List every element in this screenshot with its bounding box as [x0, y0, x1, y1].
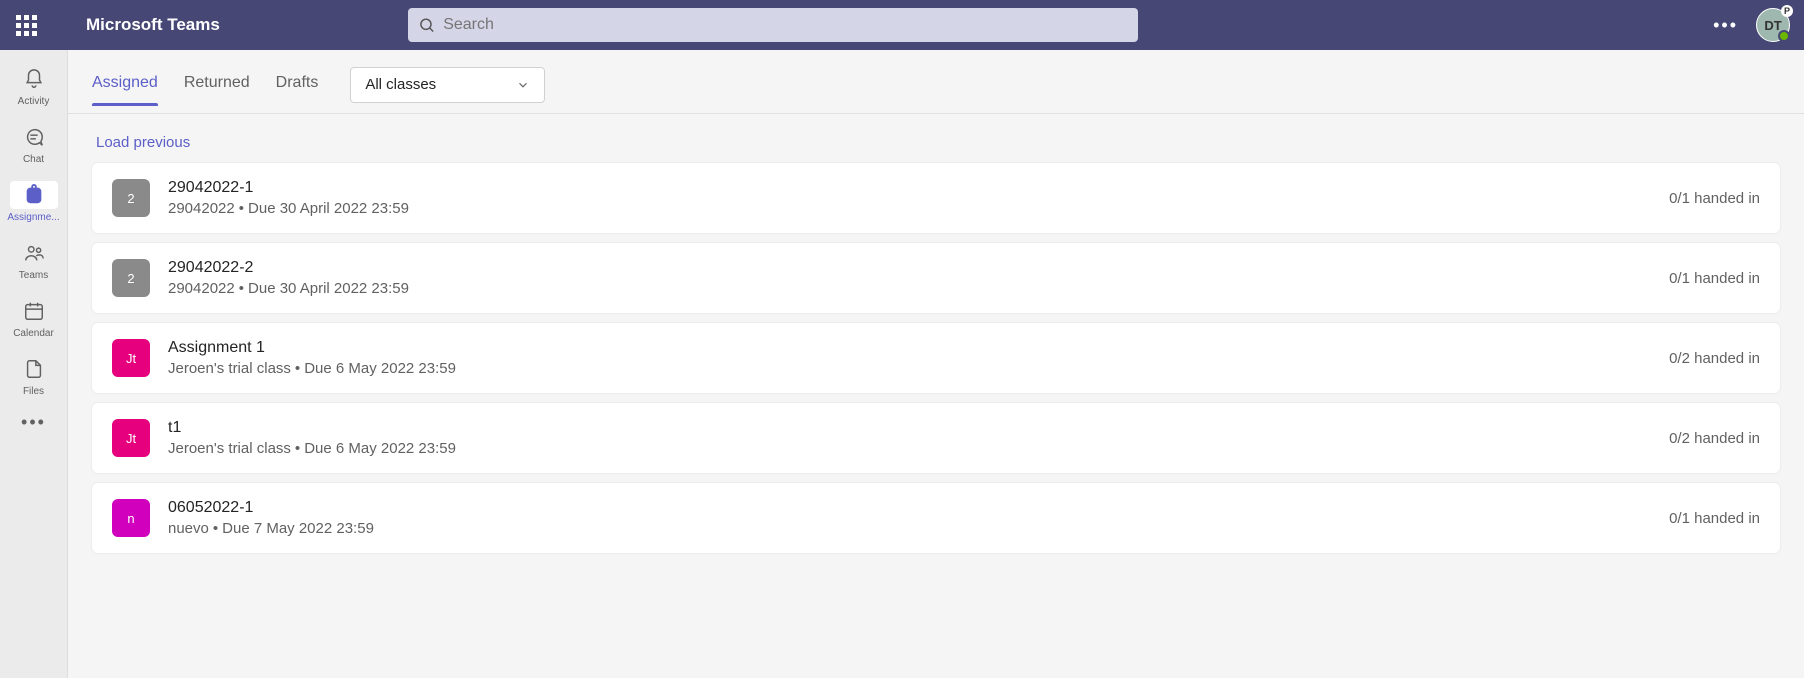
- assignment-card[interactable]: Jt Assignment 1 Jeroen's trial class•Due 6…: [92, 323, 1780, 393]
- class-thumbnail: 2: [112, 259, 150, 297]
- search-input[interactable]: [443, 16, 1128, 34]
- assignment-subtitle: Jeroen's trial class•Due 6 May 2022 23:5…: [168, 440, 1651, 457]
- class-filter-dropdown[interactable]: All classes: [350, 67, 545, 103]
- search-box[interactable]: [408, 8, 1138, 42]
- bell-icon: [10, 65, 58, 93]
- class-thumbnail: 2: [112, 179, 150, 217]
- presence-indicator: [1778, 30, 1790, 42]
- teams-icon: [10, 239, 58, 267]
- assignment-title: 29042022-2: [168, 259, 1651, 277]
- rail-label: Chat: [23, 154, 44, 165]
- avatar-initials: DT: [1764, 18, 1781, 33]
- assignment-title: 06052022-1: [168, 499, 1651, 517]
- main: Assigned Returned Drafts All classes Loa…: [68, 50, 1804, 678]
- assignment-body: 29042022-2 29042022•Due 30 April 2022 23:…: [168, 259, 1651, 297]
- content: Activity Chat Assignme... Teams Calendar: [0, 50, 1804, 678]
- chevron-down-icon: [516, 78, 530, 92]
- class-thumbnail: Jt: [112, 339, 150, 377]
- rail-more-icon[interactable]: •••: [21, 412, 46, 433]
- rail-label: Activity: [18, 96, 50, 107]
- app-launcher-icon[interactable]: [14, 13, 38, 37]
- assignment-title: 29042022-1: [168, 179, 1651, 197]
- tab-returned[interactable]: Returned: [184, 74, 250, 106]
- assignment-subtitle: 29042022•Due 30 April 2022 23:59: [168, 280, 1651, 297]
- assignments-list: Load previous 2 29042022-1 29042022•Due 30…: [68, 114, 1804, 587]
- header-right: ••• DT P: [1713, 8, 1790, 42]
- assignment-body: 29042022-1 29042022•Due 30 April 2022 23:…: [168, 179, 1651, 217]
- assignment-body: t1 Jeroen's trial class•Due 6 May 2022 23…: [168, 419, 1651, 457]
- header-more-icon[interactable]: •••: [1713, 15, 1738, 36]
- assignment-card[interactable]: 2 29042022-1 29042022•Due 30 April 2022 23…: [92, 163, 1780, 233]
- assignment-status: 0/2 handed in: [1669, 430, 1760, 447]
- rail-item-files[interactable]: Files: [0, 348, 67, 404]
- rail-label: Calendar: [13, 328, 54, 339]
- file-icon: [10, 355, 58, 383]
- search-icon: [418, 16, 435, 34]
- rail-item-activity[interactable]: Activity: [0, 58, 67, 114]
- assignment-title: Assignment 1: [168, 339, 1651, 357]
- chat-icon: [10, 123, 58, 151]
- class-thumbnail: Jt: [112, 419, 150, 457]
- assignment-subtitle: Jeroen's trial class•Due 6 May 2022 23:5…: [168, 360, 1651, 377]
- tab-assigned[interactable]: Assigned: [92, 74, 158, 106]
- assignment-body: Assignment 1 Jeroen's trial class•Due 6 M…: [168, 339, 1651, 377]
- assignment-status: 0/1 handed in: [1669, 510, 1760, 527]
- assignment-card[interactable]: n 06052022-1 nuevo•Due 7 May 2022 23:59 0/1…: [92, 483, 1780, 553]
- calendar-icon: [10, 297, 58, 325]
- assignment-body: 06052022-1 nuevo•Due 7 May 2022 23:59: [168, 499, 1651, 537]
- load-previous-link[interactable]: Load previous: [96, 134, 190, 151]
- class-filter-value: All classes: [365, 76, 436, 93]
- rail-label: Assignme...: [7, 212, 59, 223]
- app-header: Microsoft Teams ••• DT P: [0, 0, 1804, 50]
- assignment-status: 0/1 handed in: [1669, 270, 1760, 287]
- rail-item-assignments[interactable]: Assignme...: [0, 174, 67, 230]
- assignment-card[interactable]: Jt t1 Jeroen's trial class•Due 6 May 2022 …: [92, 403, 1780, 473]
- assignment-status: 0/1 handed in: [1669, 190, 1760, 207]
- search-container: [408, 8, 1138, 42]
- assignment-subtitle: nuevo•Due 7 May 2022 23:59: [168, 520, 1651, 537]
- app-title: Microsoft Teams: [86, 15, 220, 35]
- rail-item-calendar[interactable]: Calendar: [0, 290, 67, 346]
- assignment-card[interactable]: 2 29042022-2 29042022•Due 30 April 2022 23…: [92, 243, 1780, 313]
- rail-label: Files: [23, 386, 44, 397]
- assignment-status: 0/2 handed in: [1669, 350, 1760, 367]
- backpack-icon: [10, 181, 58, 209]
- rail-item-teams[interactable]: Teams: [0, 232, 67, 288]
- plan-badge: P: [1781, 5, 1793, 17]
- assignment-title: t1: [168, 419, 1651, 437]
- rail-label: Teams: [19, 270, 48, 281]
- assignment-subtitle: 29042022•Due 30 April 2022 23:59: [168, 200, 1651, 217]
- left-rail: Activity Chat Assignme... Teams Calendar: [0, 50, 68, 678]
- rail-item-chat[interactable]: Chat: [0, 116, 67, 172]
- tab-drafts[interactable]: Drafts: [276, 74, 319, 106]
- class-thumbnail: n: [112, 499, 150, 537]
- avatar[interactable]: DT P: [1756, 8, 1790, 42]
- tabs-row: Assigned Returned Drafts All classes: [68, 50, 1804, 114]
